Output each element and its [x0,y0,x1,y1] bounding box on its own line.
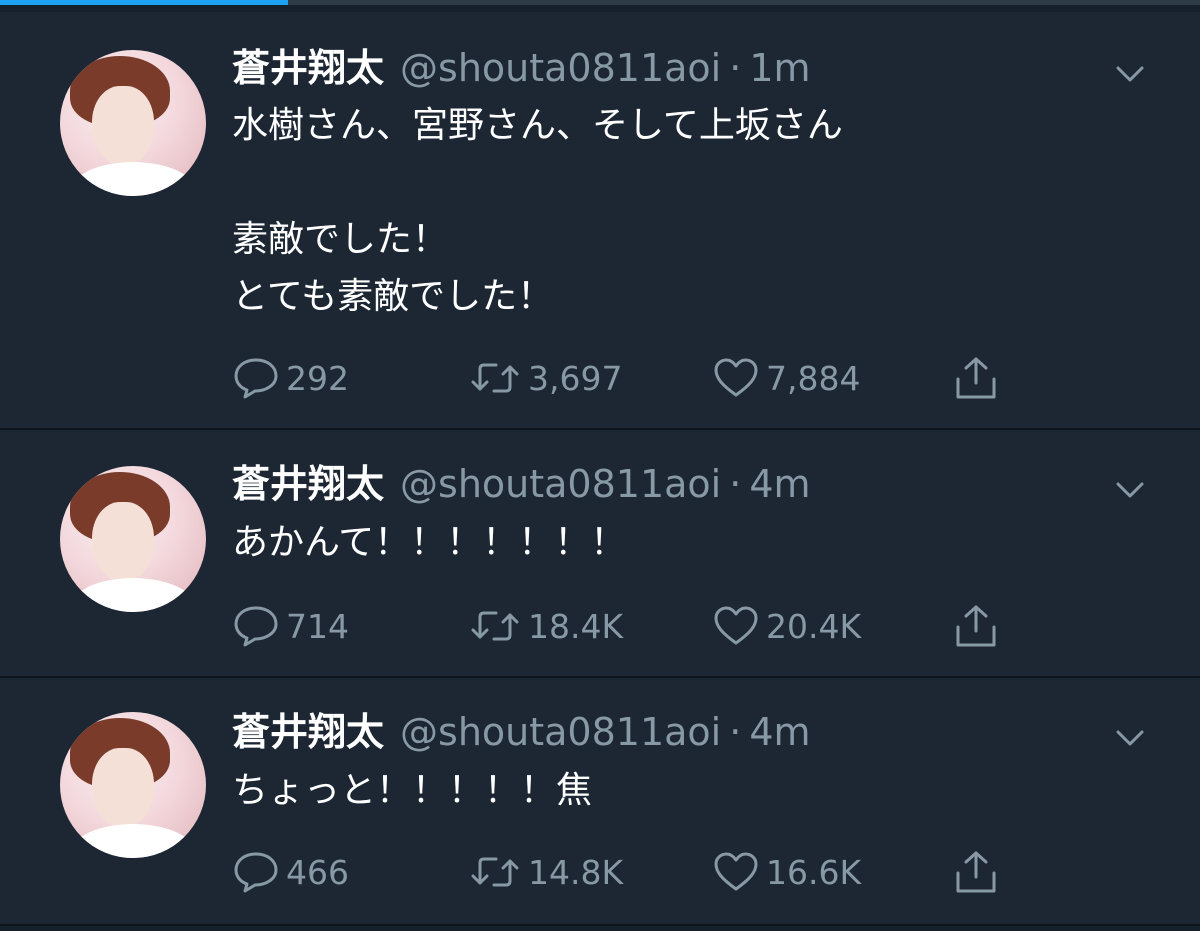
retweet-count: 3,697 [528,358,623,398]
reply-icon [234,606,278,647]
handle[interactable]: @shouta0811aoi [400,462,721,506]
timeline: @ shouta0811aoi 蒼井翔太@shouta0811aoi·1m 水樹… [0,12,1200,931]
retweet-count: 18.4K [528,606,624,646]
like-button[interactable]: 20.4K [712,603,861,649]
display-name[interactable]: 蒼井翔太 [232,710,384,754]
tweet-actions: 466 14.8K 16.6K [232,849,1032,895]
chevron-down-icon[interactable] [1112,720,1148,756]
reply-button[interactable]: 466 [232,849,349,895]
chevron-down-icon[interactable] [1112,472,1148,508]
top-bar [0,0,1200,12]
share-icon [956,851,996,893]
share-button[interactable] [952,355,1000,401]
separator-dot: · [729,710,742,754]
share-button[interactable] [952,603,1000,649]
separator-dot: · [729,46,742,90]
handle[interactable]: @shouta0811aoi [400,46,721,90]
reply-button[interactable]: 292 [232,355,349,401]
like-count: 7,884 [766,358,861,398]
share-icon [956,605,996,647]
chevron-down-icon[interactable] [1112,56,1148,92]
retweet-icon [471,611,519,641]
tweet-header: 蒼井翔太 @shouta0811aoi · 4m [232,462,811,506]
tweet[interactable]: @ shouta0811aoi 蒼井翔太 @shouta0811aoi·1m 水樹… [0,12,1200,430]
avatar[interactable]: @ shouta0811aoi [60,50,206,196]
tweet-actions: 714 18.4K 20.4K [232,603,1032,649]
retweet-button[interactable]: 3,697 [468,355,622,401]
retweet-icon [471,857,519,887]
retweet-count: 14.8K [528,852,624,892]
like-button[interactable]: 16.6K [712,849,861,895]
timestamp[interactable]: 4m [749,710,810,754]
handle[interactable]: @shouta0811aoi [400,710,721,754]
share-icon [956,357,996,399]
reply-count: 714 [286,606,349,646]
reply-icon [234,358,278,399]
tweet[interactable]: @ shouta0811aoi 蒼井翔太 @shouta0811aoi·4m あか… [0,430,1200,678]
display-name[interactable]: 蒼井翔太 [232,46,384,90]
heart-icon [714,606,758,645]
avatar[interactable]: @ shouta0811aoi [60,712,206,858]
tweet-header: 蒼井翔太 @shouta0811aoi · 1m [232,46,811,90]
reply-icon [234,852,278,893]
timestamp[interactable]: 4m [749,462,810,506]
like-count: 16.6K [766,852,862,892]
loading-progress-bar [0,0,1200,5]
heart-icon [714,358,758,397]
reply-count: 466 [286,852,349,892]
tweet-text: あかんて！！！！！！！ [232,522,627,563]
reply-count: 292 [286,358,349,398]
avatar[interactable]: @ shouta0811aoi [60,466,206,612]
avatar-face [92,502,154,582]
like-count: 20.4K [766,606,862,646]
retweet-icon [471,363,519,393]
loading-progress-fill [0,0,288,5]
reply-button[interactable]: 714 [232,603,349,649]
retweet-button[interactable]: 18.4K [468,603,623,649]
separator-dot: · [729,462,742,506]
retweet-button[interactable]: 14.8K [468,849,623,895]
tweet[interactable]: @ shouta0811aoi 蒼井翔太 @shouta0811aoi·4m ちょ… [0,678,1200,926]
tweet-header: 蒼井翔太 @shouta0811aoi · 4m [232,710,811,754]
tweet-actions: 292 3,697 7,884 [232,355,1032,401]
heart-icon [714,852,758,891]
display-name[interactable]: 蒼井翔太 [232,462,384,506]
avatar-face [92,86,154,166]
tweet-text: 水樹さん、宮野さん、そして上坂さん 素敵でした！ とても素敵でした！ [232,105,843,317]
avatar-face [92,748,154,828]
timestamp[interactable]: 1m [749,46,810,90]
share-button[interactable] [952,849,1000,895]
tweet-text: ちょっと！！！！！焦 [232,770,593,811]
like-button[interactable]: 7,884 [712,355,860,401]
